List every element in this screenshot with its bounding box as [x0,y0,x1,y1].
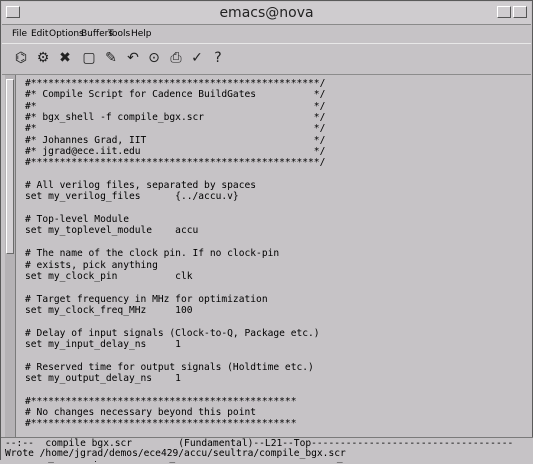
buffer-line: # Top-level Module [25,214,129,226]
scrollbar-thumb[interactable] [6,79,14,254]
buffer-line [25,350,530,361]
buffer-line: # No changes necessary beyond this point [25,406,257,418]
buffer-line [25,203,530,214]
buffer-line: set my_verilog_files {../accu.v} [25,191,239,203]
editor-area[interactable]: #***************************************… [1,75,533,463]
buffer-line [25,169,530,180]
buffer-line: #***************************************… [25,78,326,89]
minimize-button[interactable] [497,6,511,18]
buffer-line: #* Johannes Grad, IIT */ [25,134,326,146]
save-icon[interactable]: ▢ [80,49,98,67]
buffer-line: set my_output_delay_ns 1 [25,372,181,384]
buffer-line: #***************************************… [25,418,297,430]
buffer-line: set my_toplevel_module accu [25,225,199,237]
echo-area: Wrote /home/jgrad/demos/ece429/accu/seul… [1,448,533,461]
open-file-icon[interactable]: ⌬ [12,49,30,67]
buffer-line: #* bgx_shell -f compile_bgx.scr */ [25,112,326,124]
buffer-line: # Delay of input signals (Clock-to-Q, Pa… [25,327,320,339]
buffer-line [25,237,530,248]
menu-edit[interactable]: Edit [31,29,48,39]
emacs-window: emacs@nova File Edit Options Buffers Too… [0,0,533,463]
buffer-line [25,282,530,293]
buffer-line: #* jgrad@ece.iit.edu */ [25,146,326,158]
title-bar[interactable]: emacs@nova [2,2,531,25]
print-icon[interactable]: ⎙ [167,49,185,67]
buffer-line: #* */ [25,100,326,112]
buffer-line: #***************************************… [25,395,297,407]
undo-icon[interactable]: ↶ [124,49,142,67]
buffer-line: set my_clock_freq_MHz 100 [25,304,193,316]
search-icon[interactable]: ⊙ [145,49,163,67]
buffer-line: #***************************************… [25,157,326,169]
buffer-line: # The name of the clock pin. If no clock… [25,248,280,260]
menu-help[interactable]: Help [131,29,152,39]
buffer-line: set my_clock_pin clk [25,270,193,282]
buffer-text[interactable]: #***************************************… [25,78,530,464]
toolbar: ⌬ ⚙ ✖ ▢ ✎ ↶ ⊙ ⎙ ✓? [2,43,531,75]
mode-line[interactable]: --:-- compile_bgx.scr (Fundamental)--L21… [1,437,533,449]
open-directory-icon[interactable]: ⚙ [34,49,52,67]
help-icon[interactable]: ? [209,49,227,67]
buffer-line: #* Compile Script for Cadence BuildGates… [25,89,326,101]
buffer-line: # exists, pick anything [25,259,158,271]
window-title: emacs@nova [219,5,314,21]
buffer-line [25,316,530,327]
close-icon[interactable]: ✖ [56,49,74,67]
buffer-line: # Target frequency in MHz for optimizati… [25,293,268,305]
buffer-line: # All verilog files, separated by spaces [25,180,257,192]
maximize-button[interactable] [513,6,527,18]
menu-options[interactable]: Options [49,29,84,39]
vertical-scrollbar[interactable] [5,75,16,437]
menu-bar: File Edit Options Buffers Tools Help [2,25,531,43]
buffer-line: # Reserved time for output signals (Hold… [25,361,314,373]
save-as-icon[interactable]: ✎ [102,49,120,67]
customize-icon[interactable]: ✓ [188,49,206,67]
buffer-line [25,384,530,395]
buffer-line: #* */ [25,123,326,135]
menu-file[interactable]: File [12,29,27,39]
menu-tools[interactable]: Tools [108,29,130,39]
buffer-line: set my_input_delay_ns 1 [25,338,181,350]
